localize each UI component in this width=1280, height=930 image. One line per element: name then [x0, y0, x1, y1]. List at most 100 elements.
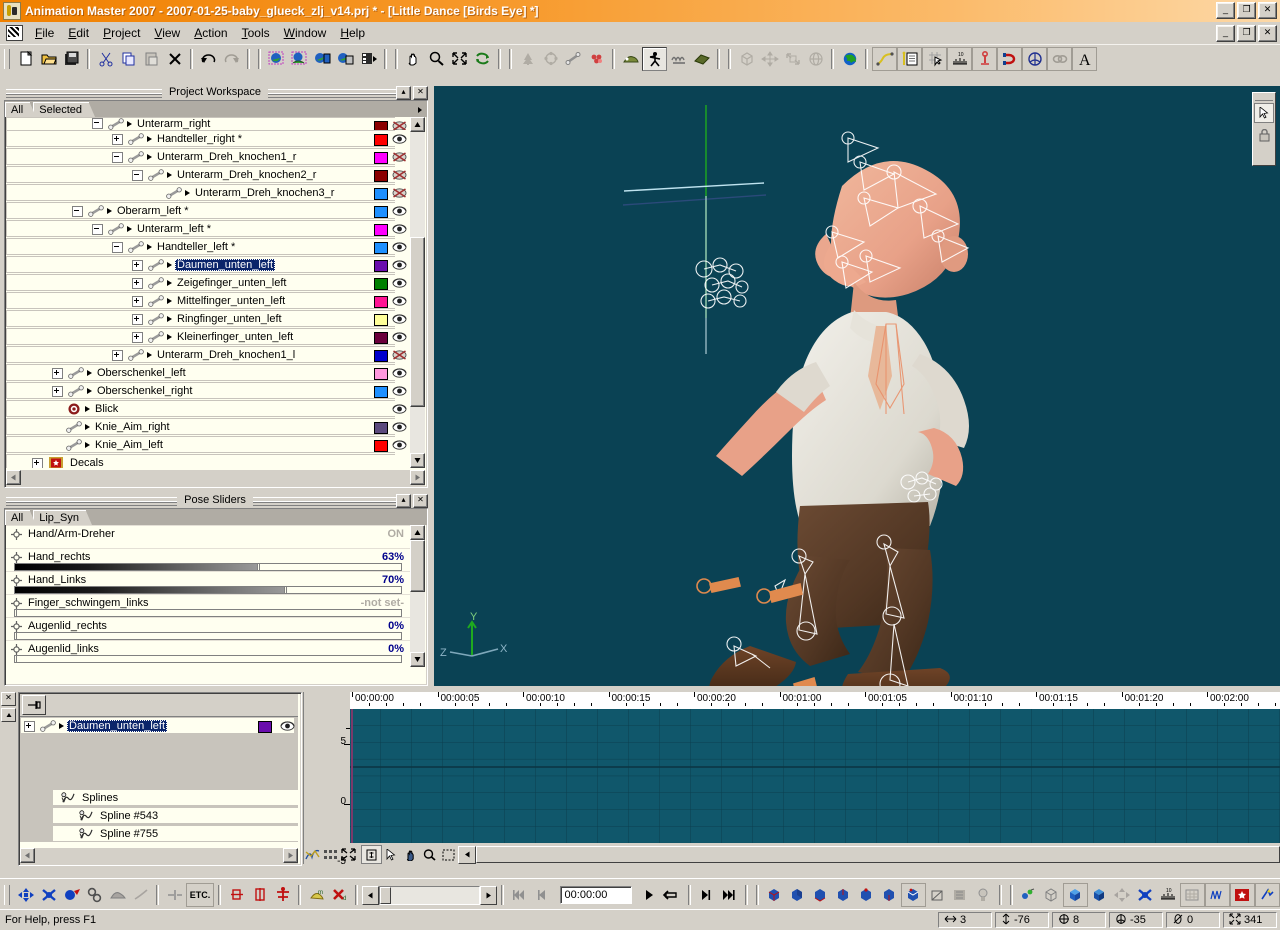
step-back-icon[interactable]	[531, 884, 554, 906]
tree-disclosure-triangle[interactable]	[147, 136, 152, 142]
tree-disclosure-triangle[interactable]	[127, 226, 132, 232]
channel-row[interactable]: Spline #543	[20, 807, 298, 825]
link-icon[interactable]	[1047, 47, 1072, 71]
mdi-minimize-button[interactable]: _	[1216, 25, 1235, 42]
mesh-icon[interactable]	[585, 48, 608, 70]
tree-expand-button[interactable]	[32, 458, 43, 469]
render-icon[interactable]	[357, 48, 380, 70]
etc-button[interactable]: ETC.	[186, 883, 214, 907]
document-icon[interactable]	[6, 25, 23, 41]
rewind-start-icon[interactable]	[508, 884, 531, 906]
tree-disclosure-triangle[interactable]	[167, 316, 172, 322]
move-tool-icon[interactable]	[1111, 884, 1134, 906]
shadow-mode-icon[interactable]	[926, 884, 949, 906]
pose-slider-row[interactable]: Augenlid_rechts0%	[6, 617, 410, 640]
tree-scroll-left-button[interactable]	[6, 470, 21, 485]
tab-all-poses[interactable]: All	[5, 510, 30, 525]
menu-tools[interactable]: Tools	[235, 24, 277, 42]
realtime-mode-icon[interactable]	[901, 883, 926, 907]
fast-forward-icon[interactable]	[718, 884, 741, 906]
keyframe-grid-icon[interactable]	[321, 846, 339, 863]
playback-toolbar-grip[interactable]	[4, 885, 10, 905]
pose-scroll-down-button[interactable]	[410, 652, 425, 667]
globe-icon[interactable]	[804, 48, 827, 70]
bone-icon[interactable]	[562, 48, 585, 70]
color-swatch[interactable]	[374, 386, 388, 398]
save-icon[interactable]	[60, 48, 83, 70]
pose-scroll-up-button[interactable]	[410, 525, 425, 540]
channel-row[interactable]: Splines	[20, 789, 298, 807]
key-skeleton-icon[interactable]	[271, 884, 294, 906]
menu-help[interactable]: Help	[333, 24, 372, 42]
pose-target-icon[interactable]	[11, 529, 22, 540]
grid-toggle-icon[interactable]	[949, 884, 972, 906]
timeline-ruler[interactable]: 00:00:0000:00:0500:00:1000:00:1500:00:20…	[350, 692, 1280, 709]
panel-collapse-button[interactable]: ▴	[396, 494, 411, 508]
tab-selected[interactable]: Selected	[33, 102, 89, 117]
tree-row[interactable]: Zeigefinger_unten_left	[6, 274, 410, 292]
final-mode-icon[interactable]	[878, 884, 901, 906]
zoom-glass-icon[interactable]	[420, 846, 439, 863]
tree-collapse-button[interactable]	[132, 170, 143, 181]
tree-muscle-icon[interactable]	[516, 48, 539, 70]
tab-all[interactable]: All	[5, 102, 30, 117]
timeline-scroll-left-button[interactable]	[458, 846, 476, 864]
tree-expand-button[interactable]	[112, 134, 123, 145]
undo-icon[interactable]	[197, 48, 220, 70]
channel-scroll-right-button[interactable]	[283, 848, 298, 863]
tree-row[interactable]: Daumen_unten_left	[6, 256, 410, 274]
tree-row[interactable]: Unterarm_Dreh_knochen2_r	[6, 166, 410, 184]
shaded-wire-mode-icon[interactable]	[809, 884, 832, 906]
tree-expand-button[interactable]	[132, 278, 143, 289]
color-swatch[interactable]	[374, 170, 388, 182]
mdi-restore-button[interactable]: ❐	[1237, 25, 1256, 42]
panel-close-button[interactable]: ✕	[413, 494, 428, 508]
play-icon[interactable]	[638, 884, 661, 906]
tree-scroll-up-button[interactable]	[410, 117, 425, 132]
color-swatch[interactable]	[374, 206, 388, 218]
earth-icon[interactable]	[838, 48, 861, 70]
tree-disclosure-triangle[interactable]	[85, 442, 90, 448]
spring-icon[interactable]	[667, 48, 690, 70]
panel-collapse-button[interactable]: ▴	[396, 86, 411, 100]
wire-box-icon[interactable]	[735, 48, 758, 70]
color-swatch[interactable]	[374, 296, 388, 308]
new-model-icon[interactable]	[265, 48, 288, 70]
menu-action[interactable]: Action	[187, 24, 234, 42]
tree-row[interactable]: Handteller_left *	[6, 238, 410, 256]
color-swatch[interactable]	[374, 188, 388, 200]
color-swatch[interactable]	[374, 314, 388, 326]
tree-expand-button[interactable]	[132, 314, 143, 325]
color-swatch[interactable]	[374, 332, 388, 344]
move-icon[interactable]	[758, 48, 781, 70]
tree-collapse-button[interactable]	[112, 152, 123, 163]
channel-row[interactable]: Spline #755	[20, 825, 298, 842]
timeline-hscrollbar[interactable]	[476, 846, 1280, 863]
loop-icon[interactable]	[661, 884, 684, 906]
tree-row[interactable]: Unterarm_Dreh_knochen1_r	[6, 148, 410, 166]
tree-collapse-button[interactable]	[72, 206, 83, 217]
cut-icon[interactable]	[94, 48, 117, 70]
pose-slider-knob[interactable]	[14, 609, 17, 617]
channel-row[interactable]: Daumen_unten_left	[20, 717, 298, 735]
flatten-icon[interactable]	[690, 48, 713, 70]
rotate-icon[interactable]	[471, 48, 494, 70]
tree-collapse-button[interactable]	[92, 224, 103, 235]
pose-slider-list[interactable]: Hand/Arm-DreherONHand_rechts63%Hand_Link…	[6, 525, 410, 667]
delete-icon[interactable]	[163, 48, 186, 70]
timeline-close-button[interactable]: ✕	[1, 692, 16, 706]
pose-slider-knob[interactable]	[14, 655, 17, 663]
channel-scroll-left-button[interactable]	[20, 848, 35, 863]
tree-row[interactable]: Knie_Aim_right	[6, 418, 410, 436]
color-swatch[interactable]	[374, 121, 388, 130]
open-icon[interactable]	[37, 48, 60, 70]
snap-cursor-icon[interactable]	[922, 47, 947, 71]
tree-scroll-right-button[interactable]	[410, 470, 425, 485]
keyframe-icon[interactable]	[163, 884, 186, 906]
channel-disclosure-triangle[interactable]	[59, 723, 64, 729]
tree-expand-button[interactable]	[132, 296, 143, 307]
pose-slider-knob[interactable]	[14, 632, 17, 640]
pose-sliders-vertical-scrollbar[interactable]	[410, 525, 425, 667]
text-icon[interactable]: A	[1072, 47, 1097, 71]
tree-expand-button[interactable]	[132, 332, 143, 343]
